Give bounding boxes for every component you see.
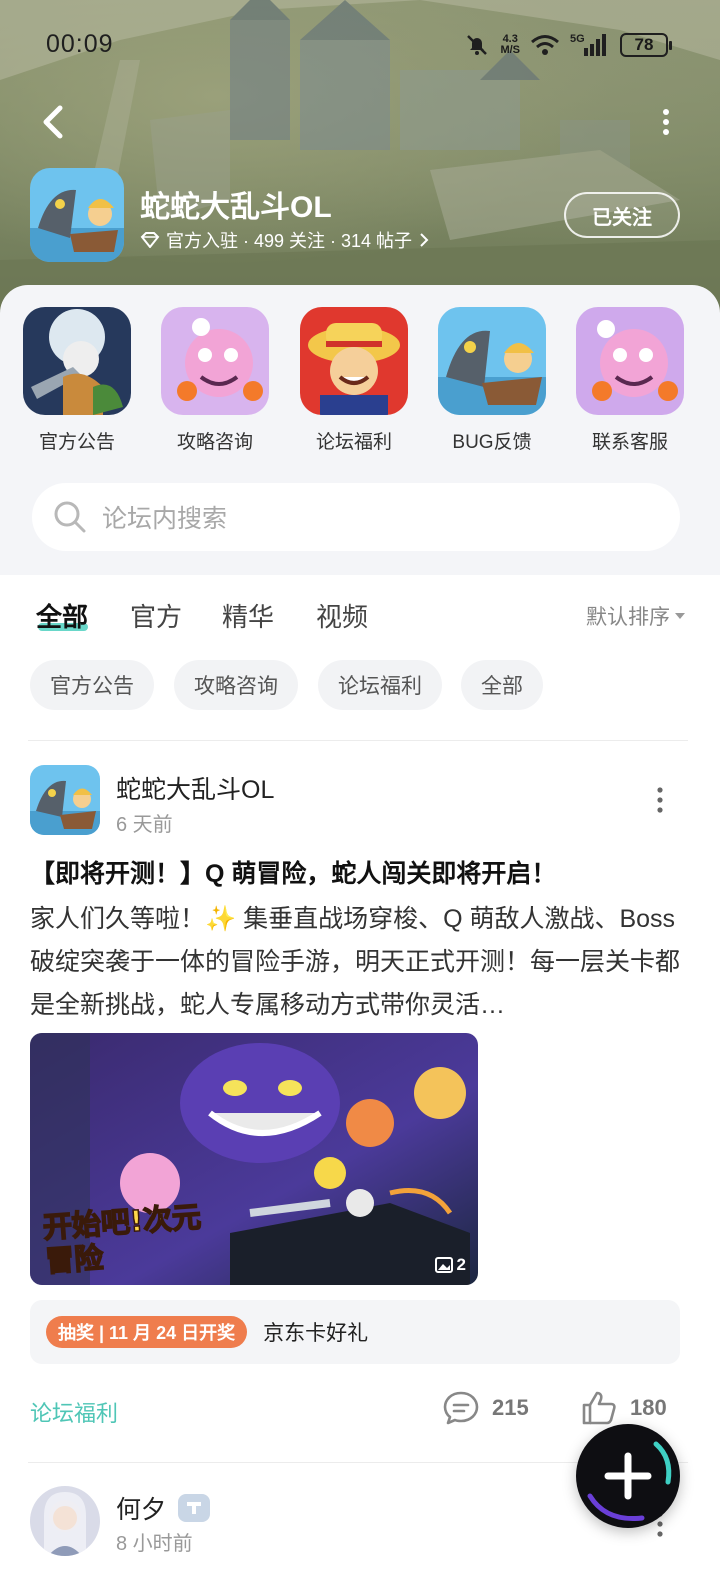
battery-indicator: 78 bbox=[620, 33, 672, 57]
speed-unit: M/S bbox=[500, 44, 520, 56]
dropdown-caret-icon bbox=[675, 613, 685, 619]
network-type: 5G bbox=[570, 33, 585, 45]
shortcut-thumb bbox=[161, 307, 269, 415]
shortcut-benefits[interactable]: 论坛福利 bbox=[294, 307, 414, 454]
game-icon[interactable] bbox=[30, 168, 124, 262]
tab-official[interactable]: 官方 bbox=[130, 597, 182, 634]
image-count-value: 2 bbox=[456, 1255, 466, 1274]
shortcut-thumb bbox=[23, 307, 131, 415]
comment-icon bbox=[443, 1391, 479, 1425]
divider bbox=[28, 740, 688, 741]
more-options-icon[interactable] bbox=[658, 108, 674, 138]
shortcut-label: 论坛福利 bbox=[315, 432, 392, 453]
post-timestamp: 6 天前 bbox=[116, 814, 173, 836]
wifi-icon bbox=[531, 35, 559, 55]
chip-strategy[interactable]: 攻略咨询 bbox=[174, 660, 298, 710]
post-body[interactable]: 家人们久等啦！✨ 集垂直战场穿梭、Q 萌敌人激战、Boss 破绽突袭于一体的冒险… bbox=[30, 898, 690, 1027]
shortcut-bug-report[interactable]: BUG反馈 bbox=[432, 307, 552, 454]
like-button[interactable]: 180 bbox=[580, 1390, 667, 1426]
next-post-timestamp: 8 小时前 bbox=[116, 1533, 193, 1555]
post-category-tag[interactable]: 论坛福利 bbox=[30, 1396, 118, 1428]
image-count: 2 bbox=[434, 1255, 466, 1275]
next-post-author-avatar[interactable] bbox=[30, 1486, 100, 1556]
status-icons: 4.3 M/S 5G 78 bbox=[464, 32, 672, 58]
forum-header: 00:09 4.3 M/S 5G 78 蛇蛇大乱斗OL 官方入驻 · 499 关… bbox=[0, 0, 720, 320]
shortcut-strategy[interactable]: 攻略咨询 bbox=[155, 307, 275, 454]
status-bar: 00:09 4.3 M/S 5G 78 bbox=[0, 26, 720, 66]
chip-official-notice[interactable]: 官方公告 bbox=[30, 660, 154, 710]
shortcut-label: 攻略咨询 bbox=[176, 432, 253, 453]
image-overlay-text: 开始吧!次元冒险 bbox=[41, 1199, 203, 1279]
forum-meta-text: 官方入驻 · 499 关注 · 314 帖子 bbox=[166, 231, 413, 251]
user-level-badge-icon bbox=[178, 1494, 211, 1522]
back-arrow-icon[interactable] bbox=[36, 102, 72, 142]
next-post-author[interactable]: 何夕 bbox=[116, 1490, 211, 1526]
mute-bell-icon bbox=[467, 35, 488, 55]
tab-featured[interactable]: 精华 bbox=[222, 597, 274, 634]
lottery-card[interactable]: 抽奖 | 11 月 24 日开奖 京东卡好礼 bbox=[30, 1300, 680, 1364]
thumbs-up-icon bbox=[582, 1391, 616, 1425]
forum-search-bar[interactable]: 论坛内搜索 bbox=[32, 483, 680, 551]
shortcut-customer-service[interactable]: 联系客服 bbox=[570, 307, 690, 454]
shortcut-official-notice[interactable]: 官方公告 bbox=[17, 307, 137, 454]
shortcut-label: BUG反馈 bbox=[452, 432, 532, 453]
sort-label: 默认排序 bbox=[586, 606, 670, 629]
comment-count: 215 bbox=[492, 1395, 529, 1420]
plus-icon bbox=[587, 1441, 672, 1522]
chip-benefits[interactable]: 论坛福利 bbox=[318, 660, 442, 710]
tab-all[interactable]: 全部 bbox=[36, 597, 88, 634]
status-time: 00:09 bbox=[46, 30, 114, 58]
gallery-icon bbox=[434, 1257, 453, 1273]
shortcut-label: 官方公告 bbox=[38, 432, 115, 453]
shortcut-thumb bbox=[438, 307, 546, 415]
feed-tabs: 全部 官方 精华 视频 默认排序 bbox=[0, 575, 720, 655]
shortcut-label: 联系客服 bbox=[591, 432, 668, 453]
chevron-right-icon bbox=[420, 233, 429, 247]
category-chips: 官方公告 攻略咨询 论坛福利 全部 bbox=[0, 660, 720, 712]
like-count: 180 bbox=[630, 1395, 667, 1420]
forum-meta[interactable]: 官方入驻 · 499 关注 · 314 帖子 bbox=[140, 227, 430, 253]
next-post-author-name: 何夕 bbox=[116, 1496, 167, 1524]
search-placeholder: 论坛内搜索 bbox=[102, 505, 228, 533]
lottery-badge: 抽奖 | 11 月 24 日开奖 bbox=[46, 1316, 248, 1348]
tab-video[interactable]: 视频 bbox=[316, 597, 368, 634]
post-more-icon[interactable] bbox=[652, 786, 668, 816]
forum-panel: 官方公告 攻略咨询 论坛福利 BUG反馈 联系客服 论坛内搜索 bbox=[0, 285, 720, 575]
signal-icon: 5G bbox=[570, 33, 606, 56]
network-speed: 4.3 M/S bbox=[500, 34, 520, 56]
follow-button[interactable]: 已关注 bbox=[564, 192, 680, 238]
new-post-button[interactable] bbox=[576, 1424, 680, 1528]
comment-button[interactable]: 215 bbox=[442, 1390, 529, 1426]
chip-all[interactable]: 全部 bbox=[461, 660, 543, 710]
search-icon bbox=[54, 501, 86, 533]
lottery-prize: 京东卡好礼 bbox=[263, 1322, 369, 1345]
shortcut-thumb bbox=[576, 307, 684, 415]
post-author-name[interactable]: 蛇蛇大乱斗OL bbox=[116, 770, 274, 806]
post-image[interactable]: 开始吧!次元冒险 2 bbox=[30, 1033, 478, 1285]
shortcut-thumb bbox=[300, 307, 408, 415]
post-author-avatar[interactable] bbox=[30, 765, 100, 835]
sort-dropdown[interactable]: 默认排序 bbox=[586, 601, 686, 631]
forum-title: 蛇蛇大乱斗OL bbox=[140, 191, 332, 224]
diamond-icon bbox=[140, 232, 160, 248]
post-title[interactable]: 【即将开测！】Q 萌冒险，蛇人闯关即将开启！ bbox=[30, 854, 690, 890]
